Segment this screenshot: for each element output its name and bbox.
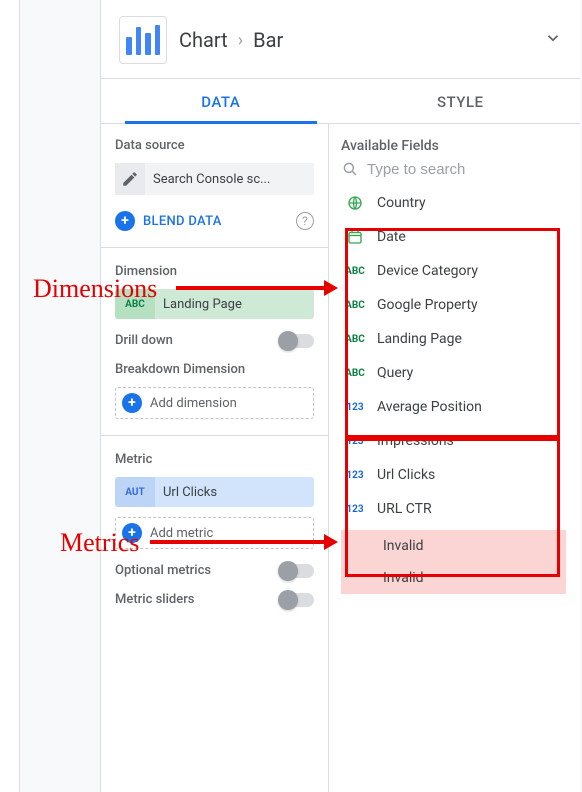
abc-type-icon: ABC — [115, 289, 155, 319]
invalid-field-list: InvalidInvalid — [341, 530, 566, 594]
tabs: DATA STYLE — [101, 79, 580, 124]
auto-type-icon: AUT — [115, 477, 155, 507]
bar-icon — [155, 25, 161, 55]
add-metric-label: Add metric — [150, 526, 213, 541]
edit-icon[interactable] — [115, 163, 145, 195]
field-item[interactable]: Country — [341, 186, 566, 220]
field-label: Google Property — [377, 297, 478, 313]
field-label: Url Clicks — [377, 467, 435, 483]
search-input[interactable] — [367, 161, 566, 178]
globe-icon — [343, 194, 367, 212]
metric-field-list: 123 Average Position 123 Impressions 123 Url … — [341, 390, 566, 526]
field-label: Impressions — [377, 433, 454, 449]
bar-icon — [145, 33, 151, 55]
field-item[interactable]: 123 URL CTR — [341, 492, 566, 526]
abc-type-icon: ABC — [343, 368, 367, 379]
tab-data-label: DATA — [201, 93, 240, 111]
number-type-icon: 123 — [343, 436, 367, 447]
add-dimension-label: Add dimension — [150, 396, 237, 411]
field-item[interactable]: ABC Google Property — [341, 288, 566, 322]
columns: Data source Search Console sc... + BLEND… — [101, 124, 580, 792]
config-column: Data source Search Console sc... + BLEND… — [101, 124, 329, 792]
plus-icon: + — [122, 393, 142, 413]
data-source-row[interactable]: Search Console sc... — [115, 163, 314, 195]
breadcrumb-leaf: Bar — [253, 28, 283, 52]
metric-chip[interactable]: AUT Url Clicks — [115, 477, 314, 507]
number-type-icon: 123 — [343, 402, 367, 413]
field-label: Date — [377, 229, 406, 245]
field-item[interactable]: 123 Impressions — [341, 424, 566, 458]
number-type-icon: 123 — [343, 504, 367, 515]
help-icon[interactable]: ? — [296, 212, 314, 230]
field-item[interactable]: 123 Average Position — [341, 390, 566, 424]
plus-icon[interactable]: + — [115, 211, 135, 231]
dimension-chip-label: Landing Page — [155, 297, 314, 312]
field-label: Country — [377, 195, 426, 211]
divider — [101, 247, 328, 248]
bar-icon — [136, 27, 142, 55]
field-item[interactable]: 123 Url Clicks — [341, 458, 566, 492]
field-label: Landing Page — [377, 331, 462, 347]
tab-style[interactable]: STYLE — [341, 79, 581, 123]
app-edge — [0, 0, 20, 792]
search-icon — [341, 160, 359, 178]
add-metric-button[interactable]: + Add metric — [115, 517, 314, 549]
abc-type-icon: ABC — [343, 334, 367, 345]
metric-sliders-toggle[interactable] — [280, 593, 314, 607]
field-item[interactable]: ABC Device Category — [341, 254, 566, 288]
invalid-field-item[interactable]: Invalid — [341, 562, 566, 594]
field-label: Average Position — [377, 399, 482, 415]
section-breakdown-dimension: Breakdown Dimension — [115, 362, 314, 377]
panel-header: Chart › Bar — [101, 0, 580, 79]
blend-data-row: + BLEND DATA ? — [115, 205, 314, 231]
bar-icon — [126, 37, 132, 55]
plus-icon: + — [122, 523, 142, 543]
breadcrumb: Chart › Bar — [179, 28, 283, 52]
metric-sliders-row: Metric sliders — [115, 592, 314, 621]
metric-sliders-label: Metric sliders — [115, 592, 194, 607]
tab-style-label: STYLE — [437, 93, 484, 111]
field-label: Query — [377, 365, 413, 381]
optional-metrics-row: Optional metrics — [115, 563, 314, 578]
add-dimension-button[interactable]: + Add dimension — [115, 387, 314, 419]
field-item[interactable]: ABC Query — [341, 356, 566, 390]
calendar-icon — [343, 228, 367, 246]
tab-data[interactable]: DATA — [101, 79, 341, 123]
field-label: Device Category — [377, 263, 478, 279]
section-metric: Metric — [115, 452, 314, 467]
section-dimension: Dimension — [115, 264, 314, 279]
divider — [101, 435, 328, 436]
field-item[interactable]: ABC Landing Page — [341, 322, 566, 356]
breadcrumb-root[interactable]: Chart — [179, 28, 228, 52]
chart-type-icon[interactable] — [119, 16, 167, 64]
abc-type-icon: ABC — [343, 300, 367, 311]
available-fields-label: Available Fields — [341, 138, 566, 154]
dimension-chip[interactable]: ABC Landing Page — [115, 289, 314, 319]
expand-panel-button[interactable] — [544, 29, 562, 51]
search-row — [341, 154, 566, 186]
chevron-right-icon: › — [238, 30, 243, 51]
blend-data-button[interactable]: BLEND DATA — [143, 214, 222, 229]
number-type-icon: 123 — [343, 470, 367, 481]
invalid-field-item[interactable]: Invalid — [341, 530, 566, 562]
field-label: URL CTR — [377, 501, 432, 517]
drill-down-row: Drill down — [115, 333, 314, 348]
metric-chip-label: Url Clicks — [155, 485, 314, 500]
dimension-field-list: Country Date ABC Device Category ABC Google P… — [341, 186, 566, 390]
data-source-name: Search Console sc... — [145, 172, 314, 187]
optional-metrics-label: Optional metrics — [115, 563, 211, 578]
section-data-source: Data source — [115, 138, 314, 153]
drill-down-toggle[interactable] — [280, 334, 314, 348]
optional-metrics-toggle[interactable] — [280, 564, 314, 578]
properties-panel: Chart › Bar DATA STYLE Data source Searc… — [100, 0, 580, 792]
abc-type-icon: ABC — [343, 266, 367, 277]
field-item[interactable]: Date — [341, 220, 566, 254]
drill-down-label: Drill down — [115, 333, 173, 348]
fields-column: Available Fields Country Date ABC Device Ca… — [329, 124, 580, 792]
